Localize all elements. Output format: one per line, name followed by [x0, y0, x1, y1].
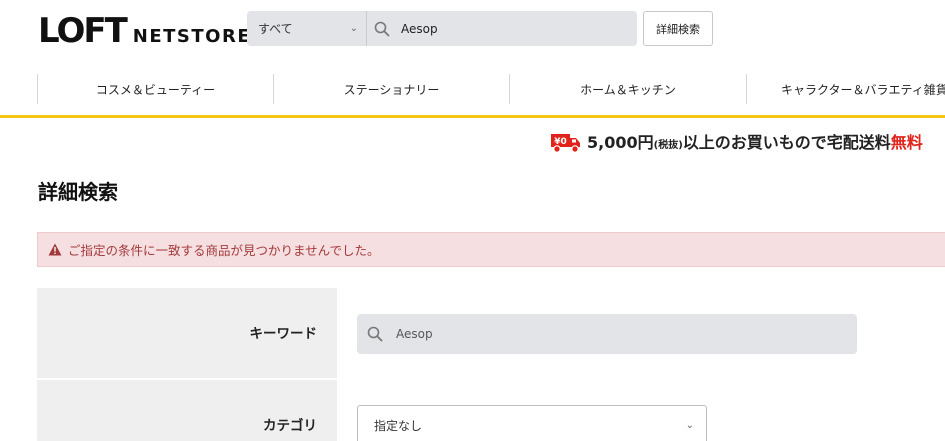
nav-item-stationery[interactable]: ステーショナリー — [274, 74, 509, 104]
category-label-cell: カテゴリ — [37, 380, 337, 441]
search-input-wrap — [367, 21, 637, 37]
nav-item-cosme[interactable]: コスメ＆ビューティー — [38, 74, 273, 104]
shipping-condition: 以上のお買いもので宅配送料 — [682, 133, 891, 152]
search-category-select[interactable]: すべて ⌄ — [247, 11, 367, 46]
warning-icon — [48, 243, 62, 256]
keyword-row: キーワード — [37, 288, 945, 378]
alert-message: ご指定の条件に一致する商品が見つかりませんでした。 — [68, 243, 380, 258]
shipping-free: 無料 — [890, 133, 923, 152]
no-results-alert: ご指定の条件に一致する商品が見つかりませんでした。 — [37, 232, 945, 267]
keyword-field — [357, 314, 857, 354]
shipping-tax-note: (税抜) — [653, 140, 683, 151]
category-row: カテゴリ 指定なし ⌄ — [37, 380, 945, 441]
search-category-value: すべて — [258, 22, 293, 36]
nav-item-character-variety[interactable]: キャラクター＆バラエティ雑貨 — [747, 74, 945, 104]
shipping-amount: 5,000円 — [587, 133, 654, 152]
nav-underline — [0, 115, 945, 118]
category-select[interactable]: 指定なし ⌄ — [357, 405, 707, 441]
keyword-input[interactable] — [396, 327, 796, 341]
category-nav: コスメ＆ビューティー ステーショナリー ホーム＆キッチン キャラクター＆バラエテ… — [0, 74, 945, 104]
shipping-banner: ¥0 5,000円(税抜)以上のお買いもので宅配送料無料 — [549, 127, 923, 155]
search-input[interactable] — [401, 21, 621, 36]
keyword-label-cell: キーワード — [37, 288, 337, 378]
loft-logo[interactable]: LOFT NETSTORE — [38, 12, 251, 48]
category-label: カテゴリ — [263, 418, 317, 434]
advanced-search-button[interactable]: 詳細検索 — [643, 11, 713, 46]
nav-item-home-kitchen[interactable]: ホーム＆キッチン — [510, 74, 746, 104]
search-icon — [374, 21, 390, 36]
keyword-label: キーワード — [249, 326, 318, 342]
search-icon — [367, 326, 383, 342]
category-select-value: 指定なし — [374, 418, 423, 433]
logo-loft-text: LOFT — [38, 11, 128, 51]
chevron-down-icon: ⌄ — [349, 23, 358, 34]
free-badge-text: ¥0 — [554, 137, 567, 147]
header-search-bar: すべて ⌄ — [247, 11, 637, 46]
chevron-down-icon: ⌄ — [685, 419, 694, 431]
page-title: 詳細検索 — [38, 180, 118, 204]
shipping-text: 5,000円(税抜)以上のお買いもので宅配送料無料 — [587, 129, 923, 153]
truck-icon: ¥0 — [551, 134, 580, 153]
logo-netstore-text: NETSTORE — [132, 26, 252, 47]
